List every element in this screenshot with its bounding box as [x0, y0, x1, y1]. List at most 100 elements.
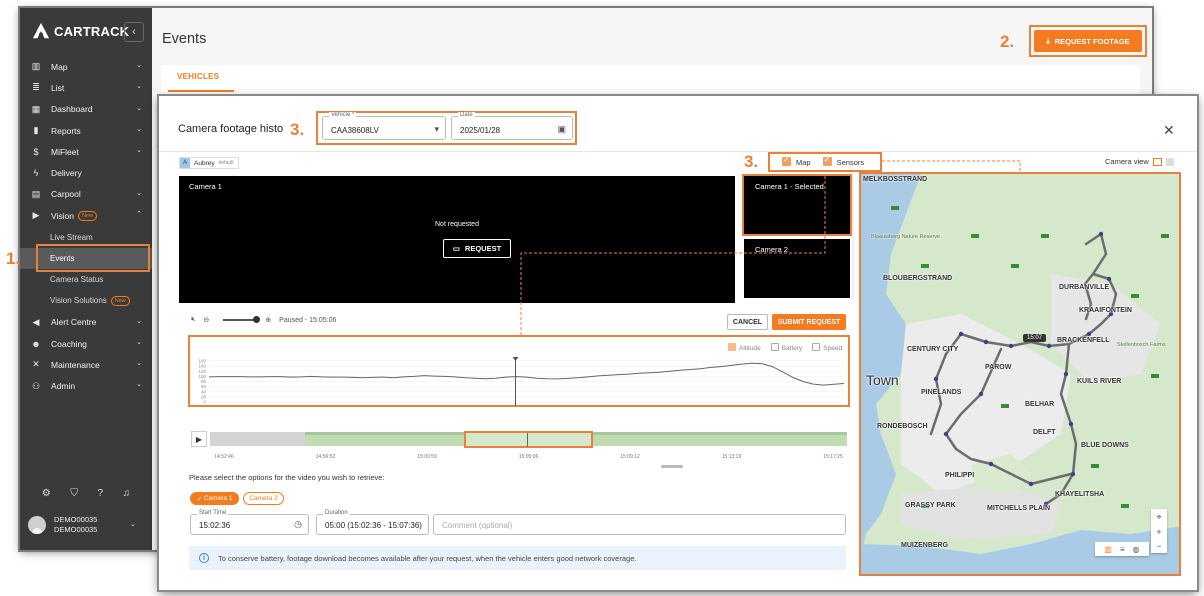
play-button[interactable]: ▶ [191, 431, 207, 447]
sidebar-item-label: Dashboard [51, 104, 93, 115]
map-layer-controls: ▥ ≡ ◍ [1095, 542, 1149, 556]
start-time-field[interactable]: Start Time 15:02:36 ◷ [190, 510, 309, 535]
map-label: GRASSY PARK [905, 502, 956, 509]
sidebar-item-vision[interactable]: ▶ Vision New ⌃ [20, 205, 152, 226]
sidebar-item-delivery[interactable]: ϟ Delivery [20, 162, 152, 183]
timeline-tick-label: 15:05:06 [518, 454, 539, 460]
zoom-in-icon[interactable]: ⊕ [265, 316, 271, 324]
sidebar-item-admin[interactable]: ⚇ Admin ⌄ [20, 375, 152, 396]
sidebar-item-reports[interactable]: ▮ Reports ⌄ [20, 120, 152, 141]
zoom-in-icon[interactable]: + [1156, 527, 1161, 537]
map-label: PHILIPPI [945, 472, 975, 479]
duration-field[interactable]: Duration 05:00 (15:02:36 - 15:07:36) [316, 510, 429, 535]
map-checkbox[interactable]: Map [782, 155, 811, 167]
options-prompt: Please select the options for the video … [189, 473, 385, 482]
dashboard-icon: ▦ [31, 103, 41, 114]
events-highlight [36, 244, 150, 272]
sidebar-item-list[interactable]: ≣ List ⌄ [20, 77, 152, 98]
map-view-icon[interactable]: ▥ [1104, 545, 1112, 554]
scrollbar[interactable] [852, 176, 854, 300]
driver-avatar: A [180, 158, 190, 168]
footage-status: Not requested [435, 221, 479, 228]
chip-camera-1[interactable]: ✓ Camera 1 [190, 492, 239, 505]
vehicle-select[interactable]: Vehicle * CAA38608LV ▾ [322, 112, 446, 140]
timeline-tick-label: 15:13:19 [721, 454, 742, 460]
alert-icon: ◀ [32, 316, 40, 327]
sidebar-item-coaching[interactable]: ☻ Coaching ⌄ [20, 333, 152, 354]
thumbnail-label: Camera 1 - Selected [755, 182, 824, 191]
map-label: Stellenbosch Farms [1117, 342, 1166, 348]
timeline-cursor[interactable] [527, 433, 528, 447]
locate-icon[interactable]: ⌖ [1156, 512, 1161, 523]
cancel-button[interactable]: CANCEL [727, 314, 768, 330]
bell-icon[interactable]: ♫ [123, 488, 131, 499]
help-icon[interactable]: ? [97, 488, 103, 499]
layout-a-icon[interactable] [1152, 157, 1162, 166]
comment-input[interactable]: Comment (optional) [433, 514, 846, 535]
sidebar-item-dashboard[interactable]: ▦ Dashboard ⌄ [20, 99, 152, 120]
volume-slider[interactable] [223, 316, 261, 323]
new-badge: New [110, 295, 130, 306]
layout-b-icon[interactable] [1165, 157, 1174, 166]
calendar-icon: ▤ [31, 188, 41, 199]
y-tick-label: 40 [201, 389, 207, 394]
sidebar-item-carpool[interactable]: ▤ Carpool ⌄ [20, 184, 152, 205]
chevron-down-icon[interactable]: ⌄ [130, 520, 136, 528]
chip-camera-2[interactable]: Camera 2 [243, 492, 284, 505]
start-time-value: 15:02:36 [199, 521, 231, 530]
tab-vehicles[interactable]: VEHICLES [177, 72, 219, 81]
route-map[interactable]: MELKBOSSTRAND BLOUBERGSTRAND DURBANVILLE… [859, 172, 1181, 576]
sensors-checkbox[interactable]: Sensors [822, 155, 864, 167]
sidebar-item-camera-status[interactable]: Camera Status [20, 269, 152, 290]
dropdown-arrow-icon: ▾ [434, 124, 439, 134]
date-field[interactable]: Date 2025/01/28 ▣ [451, 112, 573, 140]
request-button[interactable]: ▭ REQUEST [443, 239, 511, 258]
modal-title: Camera footage histo [178, 123, 284, 135]
sidebar-item-map[interactable]: ▥ Map ⌄ [20, 56, 152, 77]
collapse-sidebar-button[interactable]: ‹ [124, 22, 144, 42]
timeline-ticks: 14:52:46 14:56:52 15:00:59 15:05:06 15:09:12… [210, 454, 847, 462]
timeline-selection[interactable] [464, 431, 593, 448]
globe-icon[interactable]: ◍ [1133, 545, 1140, 554]
camera-thumbnail-1[interactable]: Camera 1 - Selected [744, 176, 850, 234]
date-label: Date [458, 112, 475, 118]
map-label: PINELANDS [921, 389, 962, 396]
chevron-down-icon: ⌄ [136, 338, 142, 346]
sidebar-item-mifleet[interactable]: $ MiFleet ⌄ [20, 141, 152, 162]
map-label: KUILS RIVER [1077, 378, 1122, 385]
sidebar-item-label: Alert Centre [51, 317, 97, 328]
submit-request-button[interactable]: SUBMIT REQUEST [772, 314, 846, 330]
chevron-left-icon: ‹ [132, 26, 136, 38]
map-label: Town [866, 372, 899, 388]
close-icon[interactable]: ✕ [1163, 122, 1175, 139]
zoom-out-icon[interactable]: − [1156, 541, 1161, 551]
y-tick-label: 0 [203, 400, 206, 405]
step-marker-3b: 3. [744, 152, 759, 171]
shield-icon[interactable]: ⛉ [70, 488, 78, 499]
dollar-icon: $ [33, 146, 39, 157]
camera-thumbnail-2[interactable]: Camera 2 [744, 239, 850, 298]
sidebar-item-label: Live Stream [50, 232, 93, 242]
camera-view-toggle[interactable]: Camera view [1105, 157, 1174, 166]
admin-icon: ⚇ [31, 380, 41, 391]
sidebar-item-alert-centre[interactable]: ◀ Alert Centre ⌄ [20, 312, 152, 333]
chart-cursor-handle[interactable] [512, 357, 519, 361]
scrollbar[interactable] [661, 465, 683, 468]
info-text: To conserve battery, footage download be… [218, 553, 637, 563]
request-footage-button[interactable]: ⤓ REQUEST FOOTAGE [1034, 30, 1142, 52]
layers-icon[interactable]: ≡ [1120, 545, 1125, 554]
sidebar-item-maintenance[interactable]: ✕ Maintenance ⌄ [20, 354, 152, 375]
map-label: BLUE DOWNS [1081, 442, 1129, 449]
sidebar-nav: ▥ Map ⌄ ≣ List ⌄ ▦ Dashboard ⌄ ▮ Reports ⌄ $ MiFleet ⌄… [20, 56, 152, 397]
mute-icon[interactable]: 🔇︎ [191, 316, 195, 324]
info-banner: i To conserve battery, footage download … [189, 546, 846, 570]
settings-icon[interactable]: ⚙ [42, 488, 51, 499]
sidebar-item-vision-solutions[interactable]: Vision Solutions New [20, 290, 152, 311]
wrench-icon: ✕ [32, 359, 40, 370]
request-label: REQUEST [464, 244, 502, 253]
zoom-out-icon[interactable]: ⊖ [203, 316, 209, 324]
user-menu[interactable]: DEMO00035 DEMO00035 [28, 515, 97, 535]
clock-icon[interactable]: ◷ [294, 519, 302, 530]
y-tick-label: 80 [201, 379, 207, 384]
calendar-icon[interactable]: ▣ [557, 124, 566, 135]
